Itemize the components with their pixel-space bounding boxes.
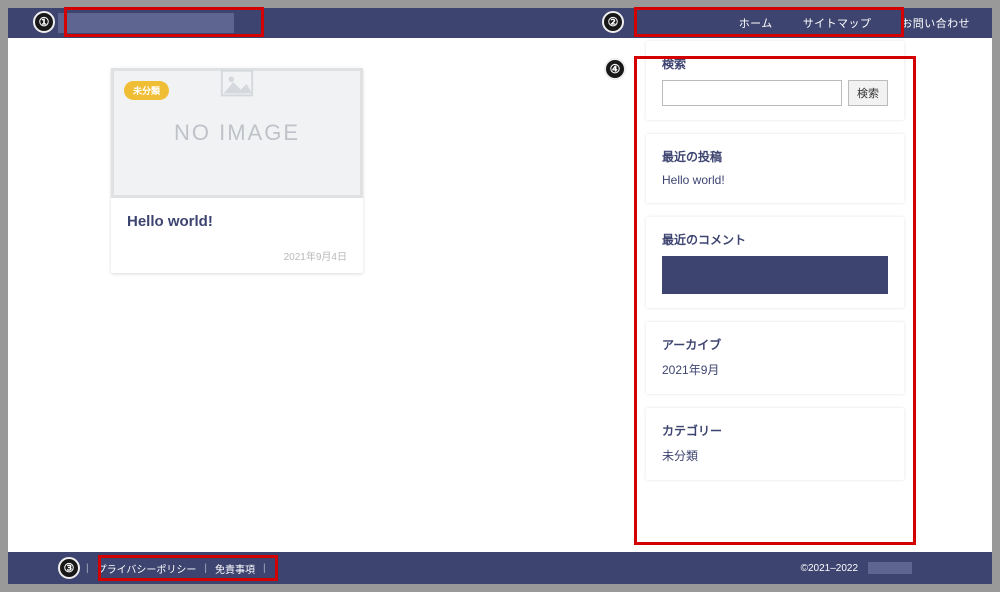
post-title[interactable]: Hello world! — [127, 213, 347, 230]
footer-links: | プライバシーポリシー | 免責事項 | — [78, 561, 274, 576]
page: ホーム サイトマップ お問い合わせ 未分類 NO IMAGE Hello wor… — [8, 8, 992, 584]
recent-comments-block — [662, 256, 888, 294]
widget-archive: アーカイブ 2021年9月 — [646, 322, 904, 394]
no-image-icon — [218, 65, 256, 103]
widget-search: 検索 検索 — [646, 41, 904, 120]
site-logo[interactable] — [58, 13, 234, 33]
header-nav: ホーム サイトマップ お問い合わせ — [739, 15, 980, 31]
nav-sitemap[interactable]: サイトマップ — [803, 15, 872, 31]
footer-disclaimer[interactable]: 免責事項 — [215, 561, 255, 576]
nav-home[interactable]: ホーム — [739, 15, 773, 31]
recent-post-link[interactable]: Hello world! — [662, 173, 888, 187]
recent-posts-title: 最近の投稿 — [662, 148, 888, 165]
annotation-3-circle: ③ — [58, 557, 80, 579]
sidebar: 検索 検索 最近の投稿 Hello world! 最近のコメント アーカイブ 2… — [646, 41, 904, 480]
search-title: 検索 — [662, 55, 888, 72]
widget-recent-comments: 最近のコメント — [646, 217, 904, 308]
post-card[interactable]: 未分類 NO IMAGE Hello world! 2021年9月4日 — [111, 68, 363, 273]
category-title: カテゴリー — [662, 422, 888, 439]
post-date: 2021年9月4日 — [127, 248, 347, 263]
footer-separator: | — [263, 563, 266, 574]
annotation-1-circle: ① — [33, 11, 55, 33]
archive-link[interactable]: 2021年9月 — [662, 361, 888, 378]
post-thumbnail: 未分類 NO IMAGE — [111, 68, 363, 198]
nav-contact[interactable]: お問い合わせ — [901, 15, 970, 31]
widget-category: カテゴリー 未分類 — [646, 408, 904, 480]
footer-privacy[interactable]: プライバシーポリシー — [97, 561, 197, 576]
annotation-2-circle: ② — [602, 11, 624, 33]
content-area: 未分類 NO IMAGE Hello world! 2021年9月4日 検索 — [8, 38, 992, 552]
post-body: Hello world! 2021年9月4日 — [111, 198, 363, 273]
search-input[interactable] — [662, 80, 842, 106]
footer-separator: | — [204, 563, 207, 574]
widget-recent-posts: 最近の投稿 Hello world! — [646, 134, 904, 203]
footer-logo — [868, 562, 912, 574]
copyright-text: ©2021–2022 — [801, 563, 858, 574]
footer-copyright: ©2021–2022 — [801, 562, 912, 574]
site-footer: | プライバシーポリシー | 免責事項 | ©2021–2022 — [8, 552, 992, 584]
site-header: ホーム サイトマップ お問い合わせ — [8, 8, 992, 38]
footer-separator: | — [86, 563, 89, 574]
category-badge[interactable]: 未分類 — [124, 81, 169, 100]
search-button[interactable]: 検索 — [848, 80, 888, 106]
archive-title: アーカイブ — [662, 336, 888, 353]
no-image-label: NO IMAGE — [174, 120, 300, 146]
recent-comments-title: 最近のコメント — [662, 231, 888, 248]
category-link[interactable]: 未分類 — [662, 447, 888, 464]
annotation-4-circle: ④ — [604, 58, 626, 80]
